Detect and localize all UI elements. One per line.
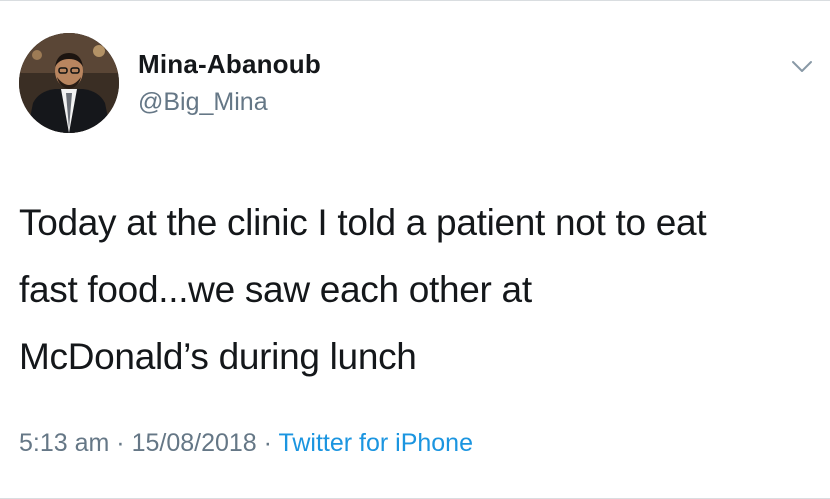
meta-separator: · bbox=[256, 429, 279, 457]
avatar[interactable] bbox=[19, 33, 119, 133]
tweet-text-line: fast food...we saw each other at bbox=[19, 269, 532, 310]
tweet-metadata: 5:13 am · 15/08/2018 · Twitter for iPhon… bbox=[19, 429, 473, 458]
profile-photo-icon bbox=[19, 33, 119, 133]
tweet-text-line: Today at the clinic I told a patient not… bbox=[19, 202, 707, 243]
meta-separator: · bbox=[109, 429, 132, 457]
tweet-source-link[interactable]: Twitter for iPhone bbox=[278, 429, 473, 457]
author-display-name[interactable]: Mina-Abanoub bbox=[138, 49, 321, 80]
tweet-date[interactable]: 15/08/2018 bbox=[132, 429, 257, 457]
tweet-text-line: McDonald’s during lunch bbox=[19, 336, 417, 377]
chevron-down-icon[interactable] bbox=[790, 56, 814, 76]
tweet-time[interactable]: 5:13 am bbox=[19, 429, 109, 457]
author-handle[interactable]: @Big_Mina bbox=[138, 88, 268, 117]
tweet-text: Today at the clinic I told a patient not… bbox=[19, 189, 819, 390]
tweet-card: Mina-Abanoub @Big_Mina Today at the clin… bbox=[0, 0, 830, 499]
